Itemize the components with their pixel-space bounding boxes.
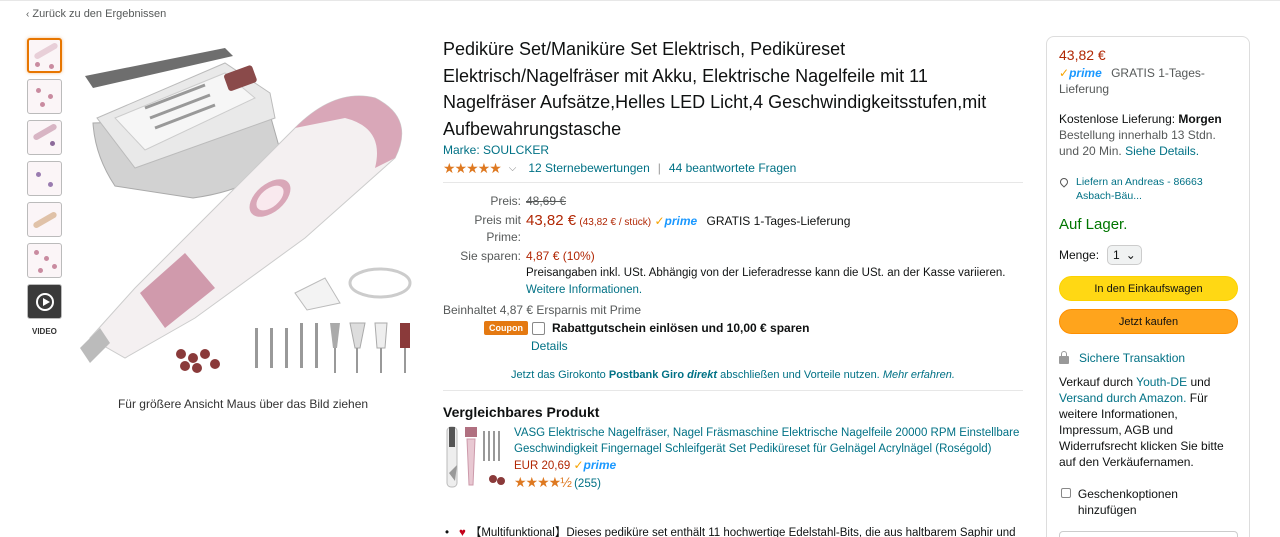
deliver-to[interactable]: Liefern an Andreas - 86663 Asbach-Bäu...	[1058, 175, 1237, 203]
brand-link[interactable]: Marke: SOULCKER	[443, 143, 549, 157]
zoom-hint: Für größere Ansicht Maus über das Bild z…	[117, 397, 369, 411]
product-title: Pediküre Set/Maniküre Set Elektrisch, Pe…	[443, 39, 987, 139]
product-details: Pediküre Set/Maniküre Set Elektrisch, Pe…	[443, 36, 1023, 537]
prime-check-icon: ✓	[573, 458, 584, 472]
star-rating[interactable]: ★★★★★	[443, 160, 502, 177]
back-to-results-link[interactable]: ‹ Zurück zu den Ergebnissen	[26, 8, 166, 20]
compare-product: VASG Elektrische Nagelfräser, Nagel Fräs…	[443, 425, 1023, 492]
prime-savings: Beinhaltet 4,87 € Ersparnis mit Prime	[443, 303, 642, 317]
coupon-badge: Coupon	[484, 321, 528, 335]
more-info-link[interactable]: Weitere Informationen.	[526, 284, 642, 296]
tax-note: Preisangaben inkl. USt. Abhängig von der…	[526, 267, 1006, 279]
thumbnail-2[interactable]	[27, 79, 62, 114]
play-icon	[36, 293, 54, 311]
separator: |	[657, 161, 661, 175]
add-to-cart-button[interactable]: In den Einkaufswagen	[1059, 276, 1238, 301]
delivery-day: Morgen	[1178, 112, 1222, 126]
buybox-price: 43,82 €	[1059, 47, 1106, 63]
prime-price: 43,82 €	[526, 212, 577, 229]
quantity-label: Menge:	[1059, 248, 1100, 262]
savings-value: 4,87 € (10%)	[526, 249, 595, 263]
secure-transaction[interactable]: Sichere Transaktion	[1059, 350, 1237, 366]
heart-icon: ♥	[459, 527, 466, 537]
shipper-link[interactable]: Versand durch Amazon.	[1059, 391, 1186, 405]
thumbnail-5[interactable]	[27, 202, 62, 237]
buybox-select[interactable]	[1059, 531, 1238, 537]
quantity-select[interactable]: 1 ⌄	[1107, 245, 1142, 265]
list-price: 48,69 €	[526, 194, 567, 208]
bullet-dot: •	[445, 527, 450, 537]
price-table: Preis: 48,69 € Preis mit Prime: 43,82 € …	[443, 193, 1023, 353]
see-details-link[interactable]: Siehe Details.	[1125, 144, 1199, 158]
chevron-left-icon: ‹	[26, 9, 30, 20]
quantity-row: Menge: 1 ⌄	[1059, 245, 1237, 265]
seller-info: Verkauf durch Youth-DE und Versand durch…	[1059, 375, 1224, 469]
prime-logo: prime	[1069, 66, 1102, 80]
compare-title-link[interactable]: VASG Elektrische Nagelfräser, Nagel Fräs…	[514, 427, 1019, 455]
compare-reviews-link[interactable]: (255)	[574, 478, 601, 490]
prime-price-label: Preis mit Prime:	[474, 213, 521, 244]
thumbnail-1[interactable]	[27, 38, 62, 73]
compare-product-image[interactable]	[443, 425, 508, 491]
prime-check-icon: ✓	[654, 214, 665, 228]
coupon-text[interactable]: Rabattgutschein einlösen und 10,00 € spa…	[552, 321, 809, 335]
coupon-details-link[interactable]: Details	[531, 339, 568, 353]
girokonto-promo[interactable]: Jetzt das Girokonto Postbank Giro direkt…	[443, 369, 1023, 381]
video-label: VIDEO	[32, 327, 57, 336]
list-price-label: Preis:	[490, 194, 521, 208]
thumbnail-6[interactable]	[27, 243, 62, 278]
stock-status: Auf Lager.	[1059, 216, 1128, 233]
compare-stars[interactable]: ★★★★½	[514, 474, 572, 490]
thumbnail-video[interactable]	[27, 284, 62, 319]
main-product-image[interactable]	[75, 38, 420, 383]
deliver-to-link[interactable]: Liefern an Andreas - 86663 Asbach-Bäu...	[1076, 175, 1237, 203]
savings-label: Sie sparen:	[460, 249, 521, 263]
divider	[443, 390, 1023, 391]
prime-check-icon: ✓	[1059, 66, 1070, 80]
compare-heading: Vergleichbares Produkt	[443, 404, 600, 420]
buy-now-button[interactable]: Jetzt kaufen	[1059, 309, 1238, 334]
buy-box: 43,82 € ✓prime GRATIS 1-Tages-Lieferung …	[1046, 36, 1250, 537]
prime-delivery: GRATIS 1-Tages-Lieferung	[706, 214, 851, 228]
seller-link[interactable]: Youth-DE	[1136, 375, 1187, 389]
prime-logo: prime	[664, 214, 698, 228]
chevron-down-icon[interactable]: ⌵	[509, 163, 517, 174]
chevron-down-icon: ⌄	[1125, 248, 1136, 262]
unit-price: (43,82 € / stück)	[579, 217, 652, 228]
thumbnail-strip	[27, 38, 63, 325]
feature-bullet: • ♥ 【Multifunktional】Dieses pediküre set …	[443, 525, 1023, 537]
location-pin-icon	[1058, 176, 1070, 188]
thumbnail-3[interactable]	[27, 120, 62, 155]
top-divider	[0, 0, 1280, 1]
lock-icon	[1059, 350, 1069, 364]
rating-row: ★★★★★ ⌵ 12 Sternebewertungen | 44 beantw…	[443, 160, 1023, 176]
questions-link[interactable]: 44 beantwortete Fragen	[669, 161, 796, 175]
coupon-checkbox[interactable]	[532, 321, 545, 335]
prime-logo: prime	[583, 458, 617, 472]
compare-price: EUR 20,69	[514, 460, 571, 472]
gift-options[interactable]: Geschenkoptionen hinzufügen	[1059, 486, 1237, 518]
coupon-row: Coupon Rabattgutschein einlösen und 10,0…	[484, 321, 1023, 335]
divider	[443, 182, 1023, 183]
ratings-link[interactable]: 12 Sternebewertungen	[528, 161, 649, 175]
thumbnail-4[interactable]	[27, 161, 62, 196]
gift-checkbox[interactable]	[1061, 488, 1071, 498]
